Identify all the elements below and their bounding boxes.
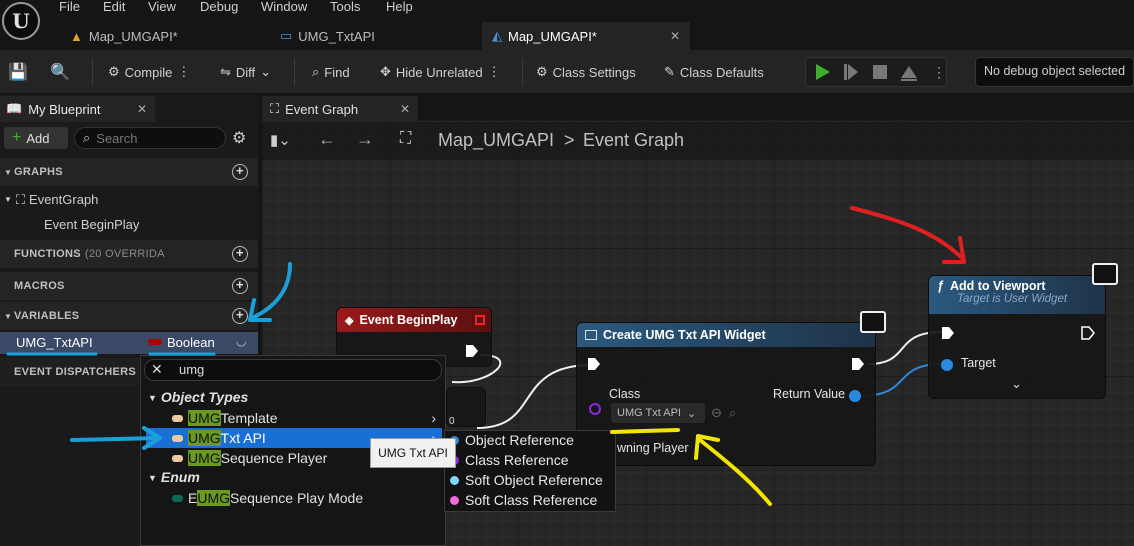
annotation-overlay	[6, 206, 966, 506]
yellow-underline-annotation	[610, 428, 680, 434]
blue-arrow-annotation	[250, 262, 292, 320]
red-arrow-annotation	[850, 206, 964, 260]
yellow-arrow-annotation	[698, 438, 772, 506]
blue-arrow-annotation	[70, 436, 160, 442]
